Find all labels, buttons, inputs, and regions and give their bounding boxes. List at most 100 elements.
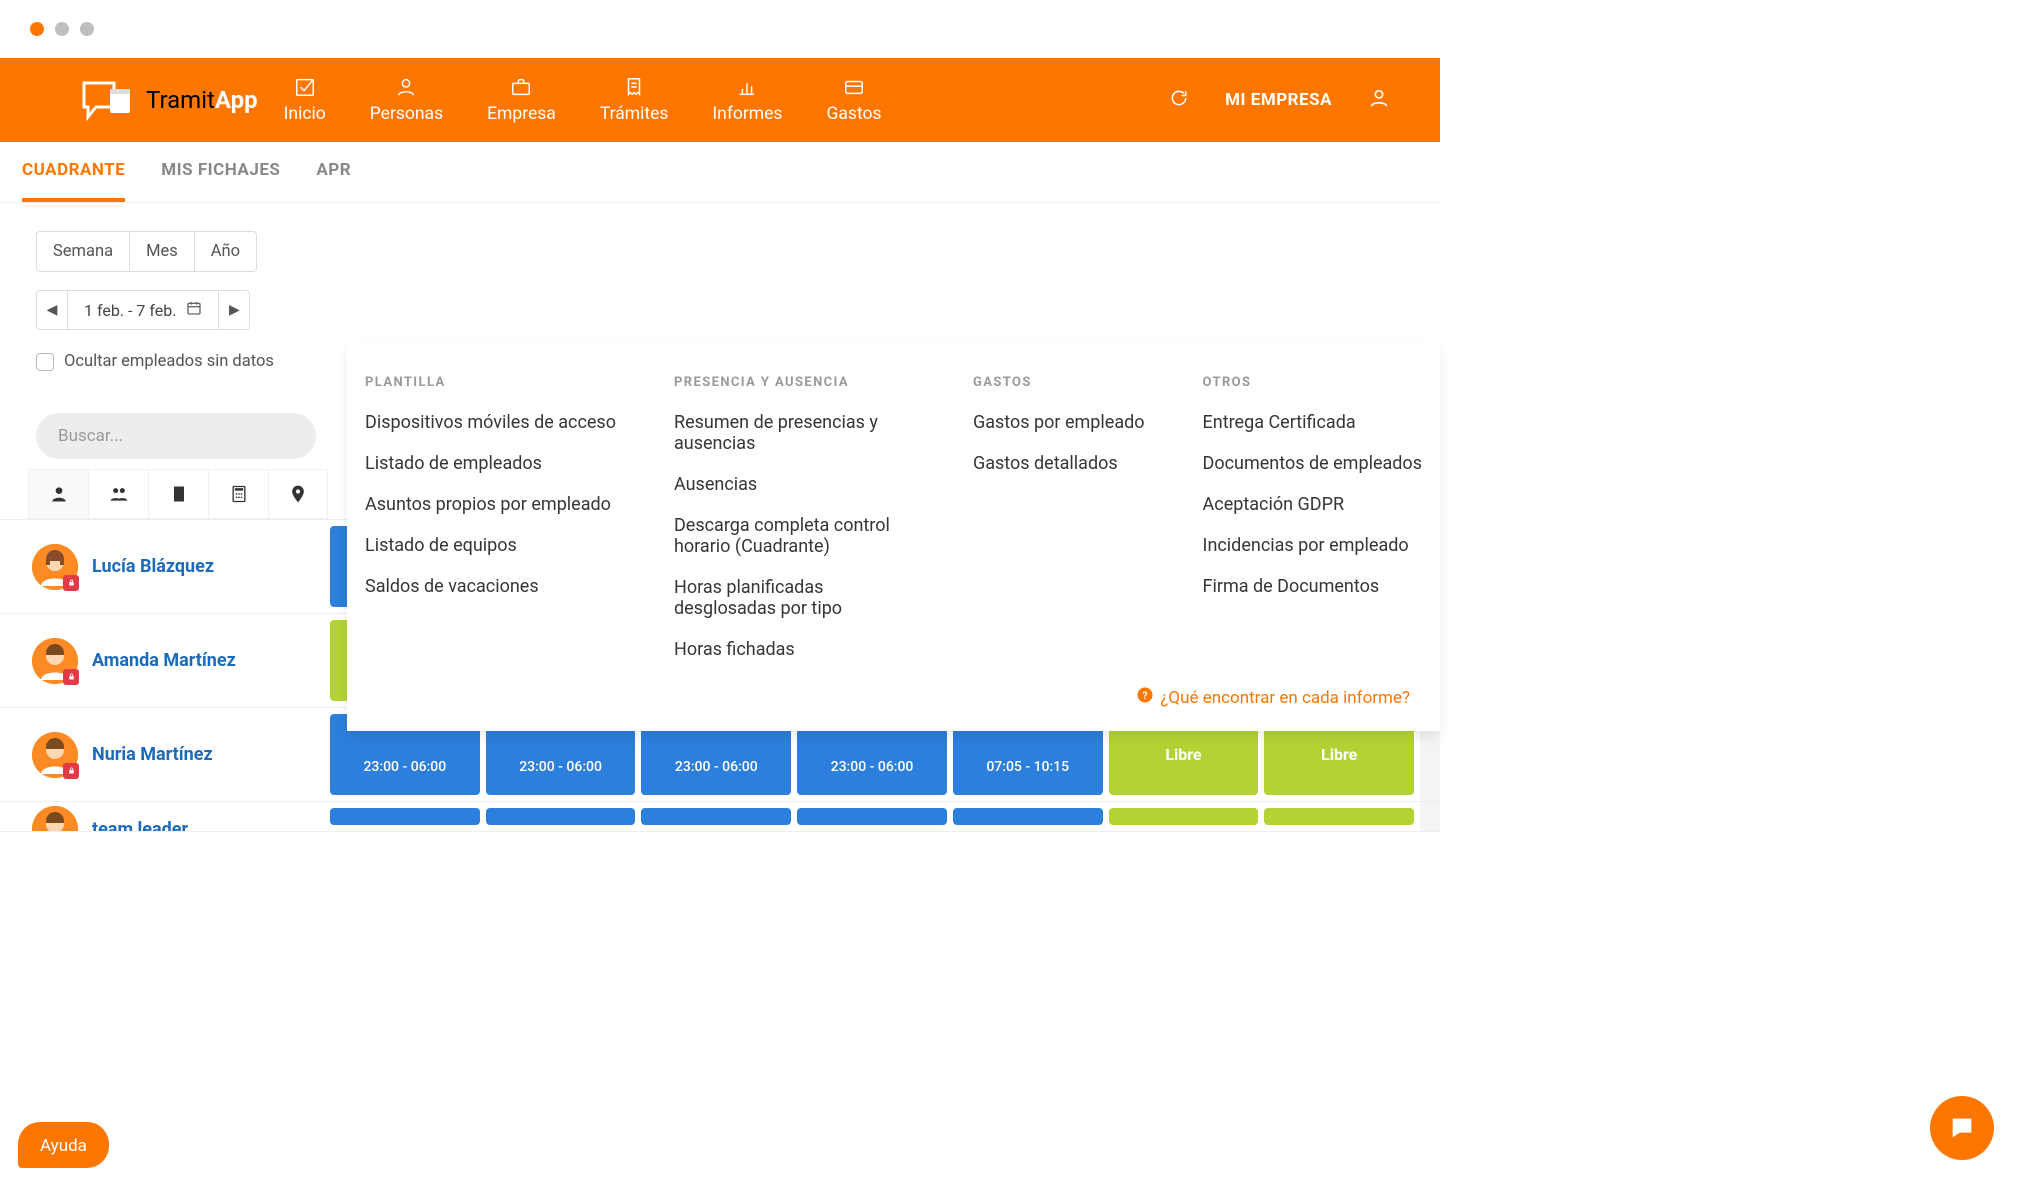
cells xyxy=(330,802,1420,831)
mega-link[interactable]: Aceptación GDPR xyxy=(1203,494,1422,515)
filter-row xyxy=(28,469,328,519)
nav-informes[interactable]: Informes xyxy=(712,76,782,124)
mega-link[interactable]: Entrega Certificada xyxy=(1203,412,1422,433)
mega-link[interactable]: Firma de Documentos xyxy=(1203,576,1422,597)
tab-aprobaciones[interactable]: APR xyxy=(316,160,351,202)
schedule-cell[interactable] xyxy=(1264,808,1414,825)
logo-icon xyxy=(80,79,136,121)
svg-text:?: ? xyxy=(1143,689,1148,702)
mega-col-gastos: GASTOS Gastos por empleado Gastos detall… xyxy=(973,375,1145,680)
mega-link[interactable]: Ausencias xyxy=(674,474,915,495)
range-año[interactable]: Año xyxy=(195,232,256,271)
employee-cell[interactable]: Nuria Martínez xyxy=(0,708,330,801)
mega-link[interactable]: Documentos de empleados xyxy=(1203,453,1422,474)
employee-cell[interactable]: team leader xyxy=(0,802,330,831)
scroll-track[interactable] xyxy=(1420,802,1440,831)
company-name[interactable]: MI EMPRESA xyxy=(1225,90,1332,110)
employee-cell[interactable]: Lucía Blázquez xyxy=(0,520,330,613)
refresh-icon[interactable] xyxy=(1169,88,1189,112)
avatar xyxy=(32,806,78,833)
mega-link[interactable]: Gastos por empleado xyxy=(973,412,1145,433)
mega-help-link[interactable]: ? ¿Qué encontrar en cada informe? xyxy=(365,686,1422,709)
range-selector: Semana Mes Año xyxy=(36,231,257,272)
mega-head: PLANTILLA xyxy=(365,375,616,390)
mega-link[interactable]: Asuntos propios por empleado xyxy=(365,494,616,515)
schedule-row: team leader xyxy=(0,802,1440,832)
schedule-cell[interactable] xyxy=(486,808,636,825)
employee-name: Lucía Blázquez xyxy=(92,556,214,577)
receipt-icon xyxy=(623,76,645,98)
chat-fab[interactable] xyxy=(1930,1096,1994,1160)
brand-logo[interactable]: TramitApp xyxy=(0,79,284,121)
hide-empty-row[interactable]: Ocultar empleados sin datos xyxy=(36,352,294,371)
search-placeholder: Buscar... xyxy=(58,426,123,446)
briefcase-icon xyxy=(510,76,532,98)
main-nav: Inicio Personas Empresa Trámites Informe… xyxy=(284,76,882,124)
brand-text: TramitApp xyxy=(146,86,258,114)
filter-location[interactable] xyxy=(268,469,328,519)
schedule-cell[interactable] xyxy=(797,808,947,825)
mega-link[interactable]: Saldos de vacaciones xyxy=(365,576,616,597)
dot xyxy=(80,22,94,36)
filter-building[interactable] xyxy=(148,469,208,519)
dot xyxy=(55,22,69,36)
schedule-cell[interactable] xyxy=(1109,808,1259,825)
employee-cell[interactable]: Amanda Martínez xyxy=(0,614,330,707)
nav-tramites[interactable]: Trámites xyxy=(600,76,669,124)
user-icon[interactable] xyxy=(1368,87,1390,113)
lock-icon xyxy=(63,763,79,779)
filter-team[interactable] xyxy=(88,469,148,519)
employee-name: team leader xyxy=(92,819,188,832)
nav-inicio[interactable]: Inicio xyxy=(284,76,326,124)
date-range-label: 1 feb. - 7 feb. xyxy=(84,301,176,320)
second-tabs: CUADRANTE MIS FICHAJES APR xyxy=(0,142,1440,203)
schedule-cell[interactable] xyxy=(641,808,791,825)
mega-head: GASTOS xyxy=(973,375,1145,390)
credit-card-icon xyxy=(843,76,865,98)
mega-link[interactable]: Descarga completa control horario (Cuadr… xyxy=(674,515,915,557)
nav-empresa[interactable]: Empresa xyxy=(487,76,556,124)
hide-empty-label: Ocultar empleados sin datos xyxy=(64,352,274,371)
mega-head: OTROS xyxy=(1203,375,1422,390)
nav-gastos[interactable]: Gastos xyxy=(826,76,881,124)
mega-head: PRESENCIA Y AUSENCIA xyxy=(674,375,915,390)
controls-column: Semana Mes Año ◀ 1 feb. - 7 feb. ▶ Ocult… xyxy=(0,203,330,459)
mega-link[interactable]: Listado de equipos xyxy=(365,535,616,556)
avatar xyxy=(32,544,78,590)
range-semana[interactable]: Semana xyxy=(37,232,130,271)
date-next[interactable]: ▶ xyxy=(219,293,249,327)
nav-personas[interactable]: Personas xyxy=(370,76,443,124)
tab-cuadrante[interactable]: CUADRANTE xyxy=(22,160,125,202)
date-range-button[interactable]: 1 feb. - 7 feb. xyxy=(67,291,219,329)
help-pill[interactable]: Ayuda xyxy=(18,1122,109,1168)
tab-mis-fichajes[interactable]: MIS FICHAJES xyxy=(161,160,280,202)
mega-col-presencia: PRESENCIA Y AUSENCIA Resumen de presenci… xyxy=(674,375,915,680)
mega-link[interactable]: Dispositivos móviles de acceso xyxy=(365,412,616,433)
mega-link[interactable]: Gastos detallados xyxy=(973,453,1145,474)
lock-icon xyxy=(63,669,79,685)
bar-chart-icon xyxy=(736,76,758,98)
avatar xyxy=(32,638,78,684)
search-input[interactable]: Buscar... xyxy=(36,413,316,459)
filter-calculator[interactable] xyxy=(208,469,268,519)
topbar: TramitApp Inicio Personas Empresa Trámit… xyxy=(0,58,1440,142)
range-mes[interactable]: Mes xyxy=(130,232,195,271)
person-icon xyxy=(395,76,417,98)
employee-name: Nuria Martínez xyxy=(92,744,213,765)
top-right: MI EMPRESA xyxy=(1169,87,1440,113)
schedule-cell[interactable] xyxy=(953,808,1103,825)
mega-link[interactable]: Horas planificadas desglosadas por tipo xyxy=(674,577,915,619)
mega-link[interactable]: Incidencias por empleado xyxy=(1203,535,1422,556)
help-icon: ? xyxy=(1136,686,1154,709)
schedule-cell[interactable] xyxy=(330,808,480,825)
filter-person[interactable] xyxy=(28,469,88,519)
dot-active xyxy=(30,22,44,36)
date-prev[interactable]: ◀ xyxy=(37,293,67,327)
mega-col-plantilla: PLANTILLA Dispositivos móviles de acceso… xyxy=(365,375,616,680)
mega-link[interactable]: Resumen de presencias y ausencias xyxy=(674,412,915,454)
mega-link[interactable]: Listado de empleados xyxy=(365,453,616,474)
mega-link[interactable]: Horas fichadas xyxy=(674,639,915,660)
avatar xyxy=(32,732,78,778)
window-traffic-lights xyxy=(0,0,1440,58)
lock-icon xyxy=(63,575,79,591)
